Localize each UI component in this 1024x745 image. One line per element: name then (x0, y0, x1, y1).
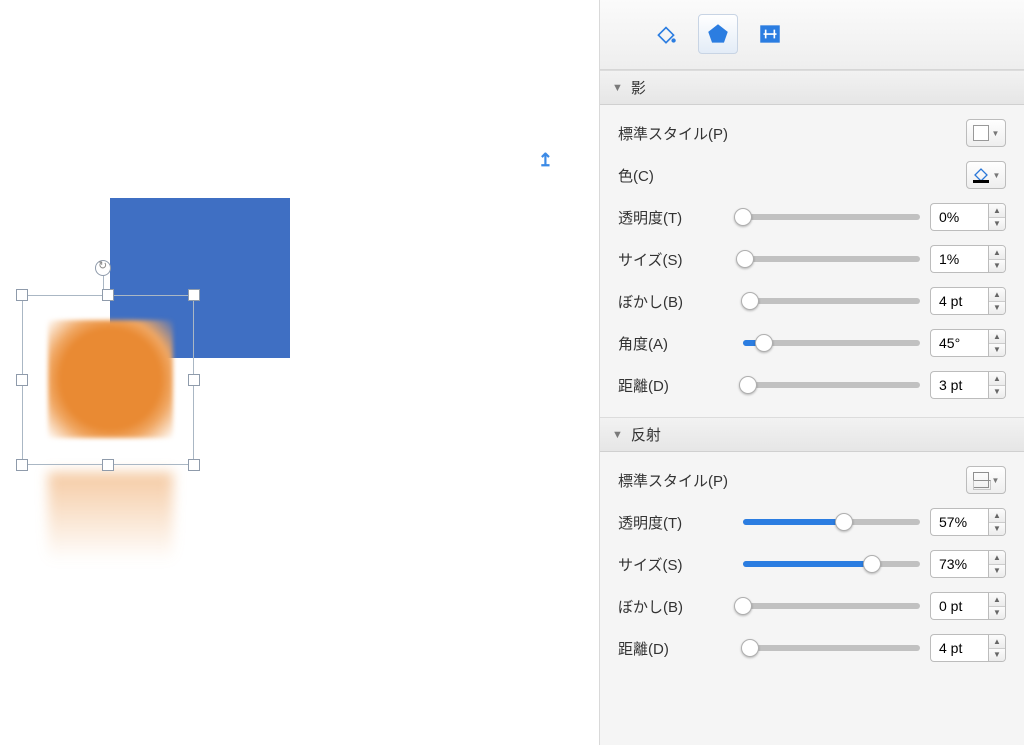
text-tab[interactable] (750, 14, 790, 54)
chevron-down-icon: ▼ (992, 129, 1000, 138)
chevron-down-icon: ▼ (993, 171, 1001, 180)
shadow-size-input[interactable] (930, 245, 988, 273)
reflection-transparency-input[interactable] (930, 508, 988, 536)
paint-bucket-icon (653, 21, 679, 47)
shadow-section-title: 影 (631, 77, 646, 98)
reflection-distance-spinbox[interactable]: ▲▼ (930, 634, 1006, 662)
shadow-angle-input[interactable] (930, 329, 988, 357)
shadow-size-spinbox[interactable]: ▲▼ (930, 245, 1006, 273)
document-canvas[interactable]: ↥ (0, 0, 599, 745)
reflection-section-body: 標準スタイル(P) ▼ 透明度(T) ▲▼ サイズ(S) ▲▼ ぼかし(B) ▲… (600, 452, 1024, 680)
fill-color-icon (972, 167, 990, 183)
reflection-blur-spinbox[interactable]: ▲▼ (930, 592, 1006, 620)
reflection-size-slider[interactable] (743, 554, 920, 574)
properties-panel: ▼ 影 標準スタイル(P) ▼ 色(C) ▼ 透明度(T) ▲▼ サイズ(S) (599, 0, 1024, 745)
shadow-style-label: 標準スタイル(P) (618, 123, 733, 144)
shadow-section-body: 標準スタイル(P) ▼ 色(C) ▼ 透明度(T) ▲▼ サイズ(S) ▲▼ (600, 105, 1024, 417)
resize-handle-sw[interactable] (16, 459, 28, 471)
resize-handle-n[interactable] (102, 289, 114, 301)
reflection-distance-input[interactable] (930, 634, 988, 662)
fill-tab[interactable] (646, 14, 686, 54)
reflection-transparency-slider[interactable] (743, 512, 920, 532)
shadow-distance-label: 距離(D) (618, 375, 733, 396)
selection-bounds[interactable] (22, 295, 194, 465)
spin-up-icon[interactable]: ▲ (989, 551, 1005, 565)
spin-up-icon[interactable]: ▲ (989, 204, 1005, 218)
spin-down-icon[interactable]: ▼ (989, 649, 1005, 662)
text-width-icon (757, 21, 783, 47)
spin-up-icon[interactable]: ▲ (989, 246, 1005, 260)
shadow-angle-slider[interactable] (743, 333, 920, 353)
pentagon-icon (705, 21, 731, 47)
reflection-preview-icon (973, 472, 989, 488)
shadow-distance-spinbox[interactable]: ▲▼ (930, 371, 1006, 399)
shadow-size-label: サイズ(S) (618, 249, 733, 270)
reflection-size-label: サイズ(S) (618, 554, 733, 575)
resize-handle-se[interactable] (188, 459, 200, 471)
reflection-blur-input[interactable] (930, 592, 988, 620)
rotate-handle[interactable] (95, 260, 111, 276)
shadow-distance-input[interactable] (930, 371, 988, 399)
reflection-style-label: 標準スタイル(P) (618, 470, 733, 491)
spin-down-icon[interactable]: ▼ (989, 260, 1005, 273)
reflection-transparency-label: 透明度(T) (618, 512, 733, 533)
spin-down-icon[interactable]: ▼ (989, 386, 1005, 399)
shadow-blur-label: ぼかし(B) (618, 291, 733, 312)
shadow-color-label: 色(C) (618, 165, 733, 186)
disclosure-triangle-icon: ▼ (612, 429, 623, 441)
spin-up-icon[interactable]: ▲ (989, 635, 1005, 649)
shadow-transparency-label: 透明度(T) (618, 207, 733, 228)
shadow-style-dropdown[interactable]: ▼ (966, 119, 1006, 147)
reflection-distance-slider[interactable] (743, 638, 920, 658)
spin-up-icon[interactable]: ▲ (989, 330, 1005, 344)
shadow-blur-slider[interactable] (743, 291, 920, 311)
spin-up-icon[interactable]: ▲ (989, 288, 1005, 302)
corner-arrow-icon: ↥ (538, 150, 553, 171)
shadow-blur-input[interactable] (930, 287, 988, 315)
orange-square-reflection (48, 472, 173, 562)
resize-handle-w[interactable] (16, 374, 28, 386)
spin-up-icon[interactable]: ▲ (989, 593, 1005, 607)
shadow-transparency-spinbox[interactable]: ▲▼ (930, 203, 1006, 231)
shadow-transparency-input[interactable] (930, 203, 988, 231)
shadow-transparency-slider[interactable] (743, 207, 920, 227)
reflection-size-spinbox[interactable]: ▲▼ (930, 550, 1006, 578)
reflection-size-input[interactable] (930, 550, 988, 578)
shape-tab[interactable] (698, 14, 738, 54)
spin-down-icon[interactable]: ▼ (989, 607, 1005, 620)
shadow-size-slider[interactable] (743, 249, 920, 269)
reflection-blur-label: ぼかし(B) (618, 596, 733, 617)
reflection-section-title: 反射 (631, 424, 661, 445)
panel-tabs (600, 0, 1024, 70)
style-preview-icon (973, 125, 989, 141)
shadow-distance-slider[interactable] (743, 375, 920, 395)
shadow-section-header[interactable]: ▼ 影 (600, 70, 1024, 105)
reflection-section-header[interactable]: ▼ 反射 (600, 417, 1024, 452)
resize-handle-s[interactable] (102, 459, 114, 471)
spin-down-icon[interactable]: ▼ (989, 523, 1005, 536)
reflection-style-dropdown[interactable]: ▼ (966, 466, 1006, 494)
reflection-transparency-spinbox[interactable]: ▲▼ (930, 508, 1006, 536)
resize-handle-ne[interactable] (188, 289, 200, 301)
shadow-blur-spinbox[interactable]: ▲▼ (930, 287, 1006, 315)
resize-handle-e[interactable] (188, 374, 200, 386)
spin-up-icon[interactable]: ▲ (989, 509, 1005, 523)
shadow-angle-spinbox[interactable]: ▲▼ (930, 329, 1006, 357)
spin-down-icon[interactable]: ▼ (989, 218, 1005, 231)
spin-down-icon[interactable]: ▼ (989, 302, 1005, 315)
spin-up-icon[interactable]: ▲ (989, 372, 1005, 386)
reflection-distance-label: 距離(D) (618, 638, 733, 659)
reflection-blur-slider[interactable] (743, 596, 920, 616)
spin-down-icon[interactable]: ▼ (989, 565, 1005, 578)
chevron-down-icon: ▼ (992, 476, 1000, 485)
disclosure-triangle-icon: ▼ (612, 82, 623, 94)
resize-handle-nw[interactable] (16, 289, 28, 301)
shadow-angle-label: 角度(A) (618, 333, 733, 354)
spin-down-icon[interactable]: ▼ (989, 344, 1005, 357)
shadow-color-dropdown[interactable]: ▼ (966, 161, 1006, 189)
